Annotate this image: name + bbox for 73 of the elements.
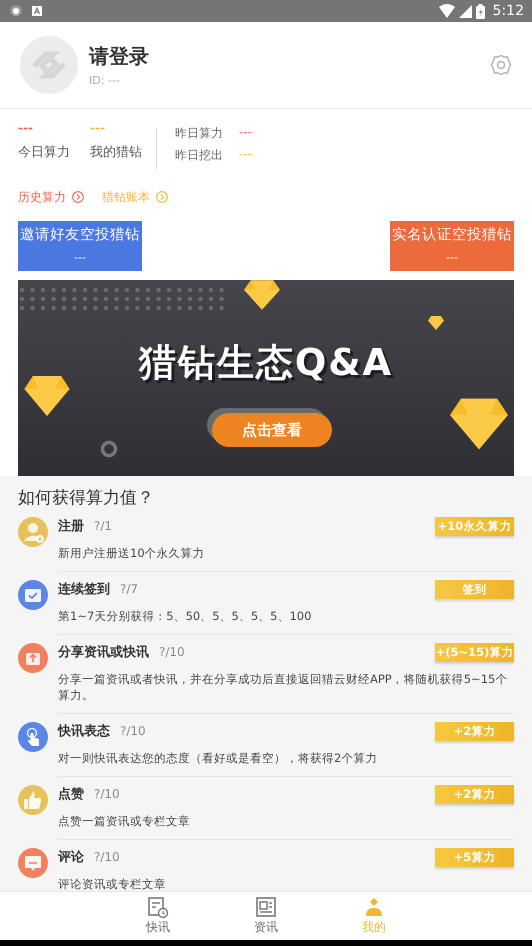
task-description: 分享一篇资讯或者快讯，并在分享成功后直接返回猎云财经APP，将随机获得5~15个算力。 [58, 671, 508, 703]
keyboard-letter-icon [31, 5, 43, 17]
stat-value: --- [239, 147, 252, 163]
promo-value: --- [445, 251, 459, 264]
nav-tab[interactable]: 我的 [354, 892, 394, 940]
chevron-circle-icon [156, 191, 168, 203]
battery-icon [476, 4, 485, 18]
nav-tab[interactable]: 快讯 [138, 892, 178, 940]
reward-button[interactable]: 签到 [435, 580, 514, 598]
stat-label: 今日算力 [18, 144, 70, 161]
signal-icon [458, 4, 472, 18]
calendar-check-icon [18, 580, 48, 610]
settings-icon[interactable] [490, 54, 512, 76]
status-time: 5:12 [492, 3, 524, 19]
thumbs-up-icon [18, 785, 48, 815]
promo-title: 邀请好友空投猎钻 [19, 226, 141, 244]
wifi-icon [438, 4, 455, 18]
chevron-circle-icon [72, 191, 84, 203]
reward-button[interactable]: +10永久算力 [435, 516, 514, 536]
view-button[interactable]: 点击查看 [212, 413, 332, 447]
stat-value: --- [239, 125, 252, 141]
tap-hand-icon [18, 722, 48, 752]
stat-label: 昨日挖出 [175, 147, 223, 164]
stat-value: --- [90, 123, 106, 133]
newspaper-icon [256, 896, 276, 918]
chat-bubble-icon [18, 848, 48, 878]
nav-tab[interactable]: 资讯 [246, 892, 286, 940]
banner-title: 猎钻生态Q&A [138, 340, 394, 386]
reward-button[interactable]: +5算力 [435, 848, 514, 866]
task-description: 评论资讯或专栏文章 [58, 876, 167, 891]
diamond-icon [24, 376, 70, 416]
promo-value: --- [73, 251, 87, 264]
promo-card[interactable]: 邀请好友空投猎钻 --- [18, 221, 142, 271]
task-count: ?/10 [120, 724, 146, 738]
section-title: 如何获得算力值？ [18, 487, 155, 509]
stat-value: --- [18, 123, 34, 133]
reward-button[interactable]: +2算力 [435, 722, 514, 740]
task-name: 分享资讯或快讯 [58, 644, 149, 661]
diamond-icon [450, 398, 508, 450]
share-box-icon [18, 643, 48, 673]
task-name: 注册 [58, 518, 84, 535]
user-id: ID: --- [89, 74, 121, 87]
task-count: ?/10 [159, 645, 185, 659]
stat-label: 我的猎钻 [90, 144, 142, 161]
history-link[interactable]: 猎钻账本 [102, 189, 168, 205]
login-prompt[interactable]: 请登录 [89, 43, 490, 70]
person-diamond-icon [364, 896, 384, 918]
task-description: 第1~7天分别获得：5、50、5、5、5、5、100 [58, 608, 312, 624]
task-description: 新用户注册送10个永久算力 [58, 545, 206, 561]
task-name: 快讯表态 [58, 723, 110, 740]
promo-card[interactable]: 实名认证空投猎钻 --- [390, 221, 514, 271]
task-name: 连续签到 [58, 581, 110, 598]
task-name: 点赞 [58, 786, 84, 803]
task-description: 点赞一篇资讯或专栏文章 [58, 813, 191, 829]
ring-icon [100, 440, 118, 458]
task-count: ?/10 [94, 787, 120, 801]
task-count: ?/1 [94, 519, 112, 533]
promo-title: 实名认证空投猎钻 [391, 226, 513, 244]
avatar-logo-icon [20, 36, 78, 94]
task-name: 评论 [58, 849, 84, 866]
stat-label: 昨日算力 [175, 125, 223, 142]
news-clock-icon [148, 896, 168, 918]
shield-icon [10, 5, 22, 17]
promo-banner[interactable]: 猎钻生态Q&A 点击查看 [18, 280, 514, 476]
task-count: ?/10 [94, 850, 120, 864]
diamond-icon [428, 316, 444, 330]
reward-button[interactable]: +2算力 [435, 784, 514, 804]
diamond-icon [244, 280, 280, 310]
task-description: 对一则快讯表达您的态度（看好或是看空），将获得2个算力 [58, 750, 378, 766]
history-link[interactable]: 历史算力 [18, 189, 84, 205]
person-add-icon [18, 517, 48, 547]
reward-button[interactable]: +(5~15)算力 [435, 642, 514, 662]
task-count: ?/7 [120, 582, 138, 596]
